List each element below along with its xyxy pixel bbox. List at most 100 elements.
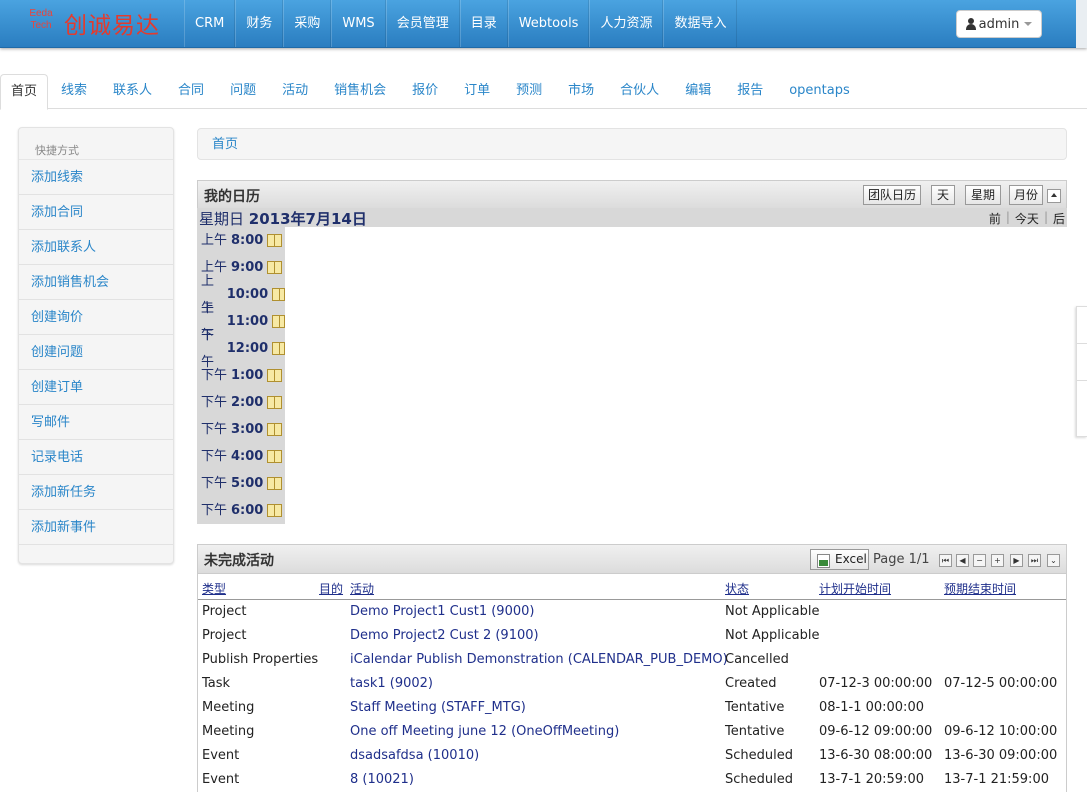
cell-activity-link[interactable]: One off Meeting june 12 (OneOffMeeting) [350, 724, 619, 739]
add-event-book-icon[interactable] [267, 477, 283, 490]
month-view-button[interactable]: 月份 [1009, 185, 1043, 205]
hour-slot[interactable]: 下午 12:00 [197, 328, 285, 370]
nav-item-data-import[interactable]: 数据导入 [663, 0, 738, 47]
tab-forecasts[interactable]: 预测 [503, 74, 555, 109]
tab-quotes[interactable]: 报价 [399, 74, 451, 109]
add-event-book-icon[interactable] [267, 423, 283, 436]
column-header-status[interactable]: 状态 [725, 580, 749, 597]
tab-edit[interactable]: 编辑 [672, 74, 724, 109]
sidebar-item-add-lead[interactable]: 添加线索 [19, 160, 173, 195]
cell-activity-link[interactable]: Demo Project1 Cust1 (9000) [350, 604, 534, 619]
hour-time: 11:00 [226, 314, 269, 329]
add-event-book-icon[interactable] [267, 234, 283, 247]
day-view-button[interactable]: 天 [931, 185, 955, 205]
hour-time: 10:00 [226, 287, 269, 302]
table-row: Task task1 (9002) Created 07-12-3 00:00:… [198, 672, 1066, 696]
cell-status: Not Applicable [725, 628, 820, 643]
next-page-icon[interactable]: ▶ [1010, 554, 1023, 567]
sidebar-item-log-call[interactable]: 记录电话 [19, 440, 173, 475]
column-header-type[interactable]: 类型 [202, 580, 226, 597]
hour-slot[interactable]: 下午 6:00 [197, 497, 285, 524]
tab-contacts[interactable]: 联系人 [100, 74, 165, 109]
tab-activities[interactable]: 活动 [269, 74, 321, 109]
nav-item-catalog[interactable]: 目录 [459, 0, 508, 47]
nav-item-wms[interactable]: WMS [331, 0, 386, 47]
tab-issues[interactable]: 问题 [217, 74, 269, 109]
sidebar-item-add-opportunity[interactable]: 添加销售机会 [19, 265, 173, 300]
tab-contracts[interactable]: 合同 [165, 74, 217, 109]
side-floating-widget[interactable] [1076, 306, 1087, 437]
sidebar-item-create-issue[interactable]: 创建问题 [19, 335, 173, 370]
sidebar-item-add-event[interactable]: 添加新事件 [19, 510, 173, 545]
add-event-book-icon[interactable] [272, 342, 285, 355]
add-event-book-icon[interactable] [267, 369, 283, 382]
add-event-book-icon[interactable] [267, 504, 283, 517]
cell-activity-link[interactable]: 8 (10021) [350, 772, 414, 787]
sidebar-item-create-inquiry[interactable]: 创建询价 [19, 300, 173, 335]
tab-opportunities[interactable]: 销售机会 [321, 74, 399, 109]
column-header-activity[interactable]: 活动 [350, 580, 374, 597]
brand-name[interactable]: 创诚易达 [64, 6, 160, 40]
calendar-today-link[interactable]: 今天 [1015, 210, 1039, 227]
hour-time: 6:00 [231, 503, 264, 518]
hour-slot[interactable]: 下午 2:00 [197, 389, 285, 416]
sidebar-item-add-contact[interactable]: 添加联系人 [19, 230, 173, 265]
minus-icon[interactable]: − [973, 554, 986, 567]
week-view-button[interactable]: 星期 [965, 185, 1001, 205]
sidebar-item-add-task[interactable]: 添加新任务 [19, 475, 173, 510]
sidebar-item-create-order[interactable]: 创建订单 [19, 370, 173, 405]
tab-leads[interactable]: 线索 [48, 74, 100, 109]
column-header-purpose[interactable]: 目的 [319, 580, 343, 597]
tab-partners[interactable]: 合伙人 [607, 74, 672, 109]
hour-time: 4:00 [231, 449, 264, 464]
hour-time: 12:00 [226, 341, 269, 356]
cell-start: 07-12-3 00:00:00 [819, 676, 933, 691]
add-event-book-icon[interactable] [267, 396, 283, 409]
first-page-icon[interactable]: ⏮ [939, 554, 952, 567]
column-header-start[interactable]: 计划开始时间 [819, 580, 891, 597]
hour-slot[interactable]: 下午 3:00 [197, 416, 285, 443]
team-calendar-button[interactable]: 团队日历 [863, 185, 921, 205]
expand-down-icon[interactable]: ⌄ [1047, 554, 1060, 567]
nav-item-members[interactable]: 会员管理 [385, 0, 460, 47]
cell-activity-link[interactable]: Demo Project2 Cust 2 (9100) [350, 628, 539, 643]
calendar-prev-link[interactable]: 前 [989, 210, 1001, 227]
hour-slot[interactable]: 下午 4:00 [197, 443, 285, 470]
prev-page-icon[interactable]: ◀ [956, 554, 969, 567]
excel-export-button[interactable]: Excel [810, 549, 869, 570]
hour-slot[interactable]: 下午 1:00 [197, 362, 285, 389]
cell-activity-link[interactable]: Staff Meeting (STAFF_MTG) [350, 700, 526, 715]
hour-period: 下午 [201, 476, 228, 491]
nav-item-hr[interactable]: 人力资源 [589, 0, 664, 47]
sidebar-item-add-contract[interactable]: 添加合同 [19, 195, 173, 230]
tab-home[interactable]: 首页 [0, 74, 49, 110]
add-event-book-icon[interactable] [267, 261, 283, 274]
nav-item-webtools[interactable]: Webtools [507, 0, 590, 47]
table-row: Event dsadsafdsa (10010) Scheduled 13-6-… [198, 744, 1066, 768]
add-event-book-icon[interactable] [272, 288, 285, 301]
hour-slot[interactable]: 下午 5:00 [197, 470, 285, 497]
hour-slot[interactable]: 上午 8:00 [197, 227, 285, 254]
tab-reports[interactable]: 报告 [724, 74, 776, 109]
collapse-up-icon[interactable] [1047, 189, 1061, 203]
plus-icon[interactable]: + [991, 554, 1004, 567]
nav-item-crm[interactable]: CRM [184, 0, 236, 47]
tab-opentaps[interactable]: opentaps [776, 74, 863, 109]
nav-item-purchasing[interactable]: 采购 [283, 0, 332, 47]
cell-activity-link[interactable]: dsadsafdsa (10010) [350, 748, 479, 763]
add-event-book-icon[interactable] [272, 315, 285, 328]
calendar-next-link[interactable]: 后 [1053, 210, 1065, 227]
cell-activity-link[interactable]: iCalendar Publish Demonstration (CALENDA… [350, 652, 728, 667]
user-menu-button[interactable]: admin [956, 10, 1042, 38]
column-header-end[interactable]: 预期结束时间 [944, 580, 1016, 597]
brand-logo-icon[interactable]: Eeda Tech [26, 8, 56, 36]
cell-end: 13-7-1 21:59:00 [944, 772, 1049, 787]
cell-activity-link[interactable]: task1 (9002) [350, 676, 433, 691]
tab-marketing[interactable]: 市场 [555, 74, 607, 109]
nav-item-finance[interactable]: 财务 [235, 0, 284, 47]
sidebar-item-write-email[interactable]: 写邮件 [19, 405, 173, 440]
tab-orders[interactable]: 订单 [451, 74, 503, 109]
add-event-book-icon[interactable] [267, 450, 283, 463]
last-page-icon[interactable]: ⏭ [1028, 554, 1041, 567]
breadcrumb-home-link[interactable]: 首页 [212, 137, 238, 152]
